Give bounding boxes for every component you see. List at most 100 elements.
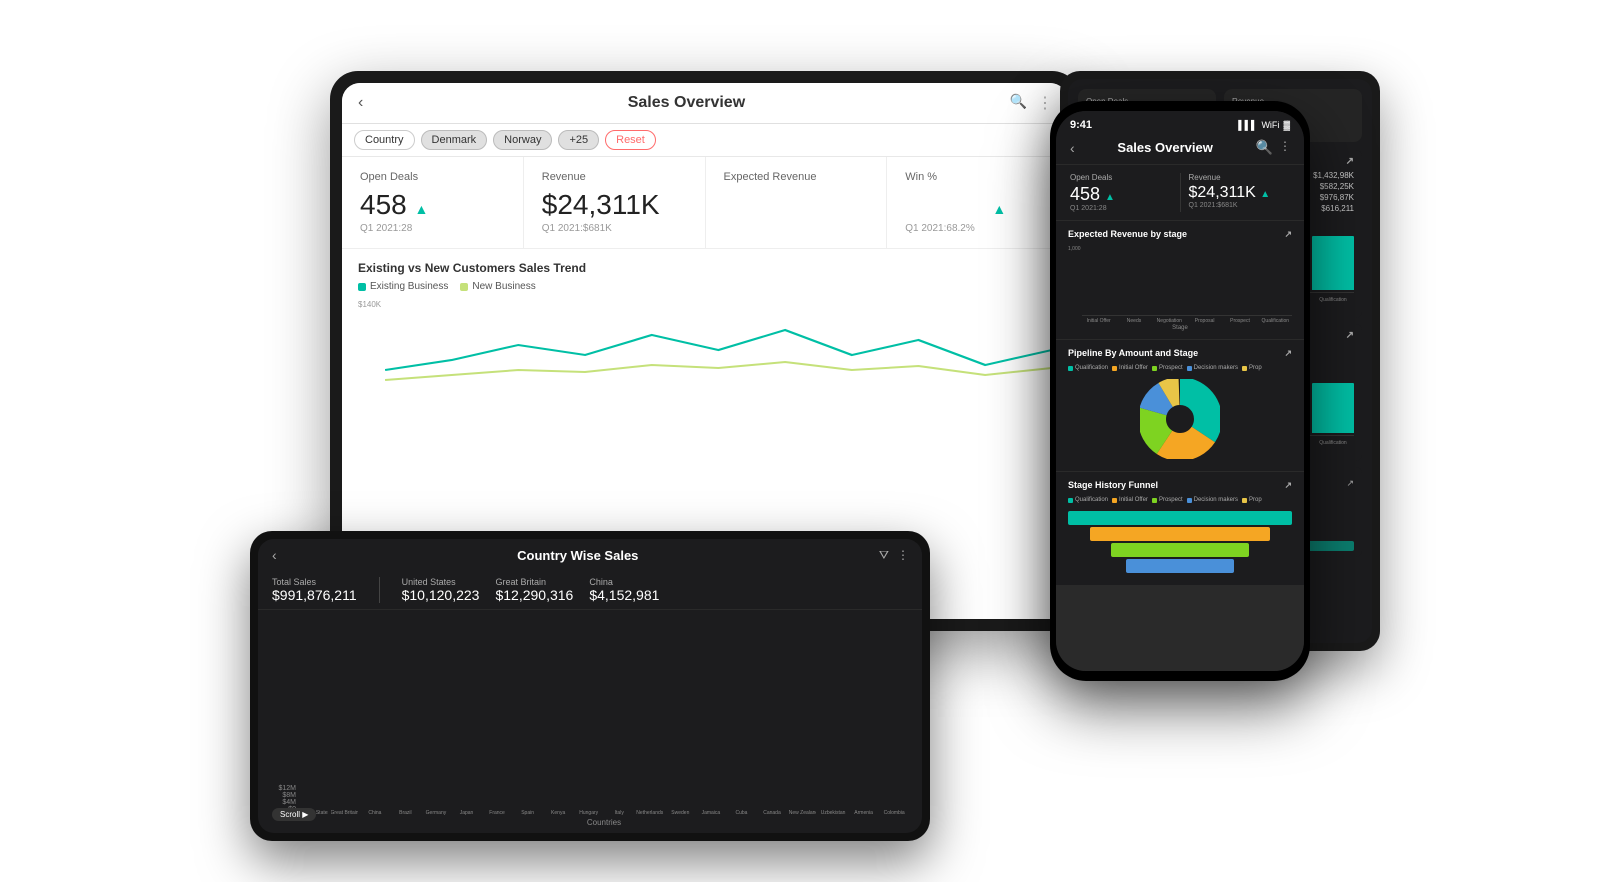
funnel-bar-2 — [1090, 527, 1269, 541]
scroll-button[interactable]: Scroll ▶ — [272, 808, 316, 821]
phone-exp-x-labels: Initial Offer Needs Negotiation Proposal… — [1068, 318, 1292, 324]
phone-exp-rev-title-text: Expected Revenue by stage — [1068, 229, 1187, 240]
filter-more[interactable]: +25 — [558, 130, 599, 150]
phone-land-x-axis-label: Countries — [300, 818, 908, 827]
phone-kpi-row: Open Deals 458 ▲ Q1 2021:28 Revenue $24,… — [1056, 165, 1304, 220]
phone-xl-6: Qualification — [1259, 318, 1292, 324]
phone-pie-container — [1068, 375, 1292, 463]
dp-rev-val-1: $1,432,98K — [1313, 171, 1354, 180]
phone-kpi-od-label: Open Deals — [1070, 173, 1172, 182]
phone-land-more-icon[interactable]: ⋮ — [897, 548, 908, 563]
dp-bar-6 — [1312, 236, 1354, 290]
filter-norway[interactable]: Norway — [493, 130, 552, 150]
phone-scroll-content: Open Deals 458 ▲ Q1 2021:28 Revenue $24,… — [1056, 165, 1304, 671]
kpi-win-pct-sub: Q1 2021:68.2% — [905, 223, 1050, 234]
phone-fleg-label-1: Qualification — [1075, 497, 1108, 503]
phone-leg-dot-5 — [1242, 366, 1247, 371]
phone-exp-rev-title: Expected Revenue by stage ↗ — [1068, 229, 1292, 240]
legend-dot-new — [460, 283, 468, 291]
phone-land-kpi-china-label: China — [589, 577, 659, 587]
phone-funnel-section: Stage History Funnel ↗ Qualification Ini… — [1056, 472, 1304, 585]
kpi-revenue-label: Revenue — [542, 171, 687, 183]
phone-xl-5: Prospect — [1223, 318, 1256, 324]
dp-exp-rev-expand-icon[interactable]: ↗ — [1346, 156, 1354, 167]
phone-land-filter-icon[interactable]: ⛛ — [879, 548, 889, 563]
dp-rev-expand-icon[interactable]: ↗ — [1346, 478, 1354, 488]
phone-exp-bars: 1,000 — [1068, 246, 1292, 316]
bl-hu: Hungary — [575, 810, 603, 816]
phone-leg-label-5: Prop — [1249, 365, 1262, 371]
phone-land-kpi-gb-value: $12,290,316 — [495, 587, 573, 603]
phone-funnel-expand[interactable]: ↗ — [1284, 480, 1292, 491]
bl-se: Sweden — [667, 810, 695, 816]
phone-bar-inner — [1082, 315, 1292, 316]
phone-exp-rev-section: Expected Revenue by stage ↗ 1,000 — [1056, 221, 1304, 339]
phone-fleg-dot-1 — [1068, 498, 1073, 503]
phone-kpi-rev-sub: Q1 2021:$681K — [1189, 202, 1291, 209]
line-chart-svg — [385, 300, 1052, 390]
dp-pipeline-expand-icon[interactable]: ↗ — [1346, 330, 1354, 341]
phone-land-kpi-total-value: $991,876,211 — [272, 587, 357, 603]
bl-nz: New Zealand — [789, 810, 817, 816]
legend-existing: Existing Business — [358, 281, 448, 292]
bl-co: Colombia — [880, 810, 908, 816]
phone-status-bar: 9:41 ▌▌▌ WiFi ▓ — [1056, 111, 1304, 135]
filter-reset[interactable]: Reset — [605, 130, 656, 150]
filter-country[interactable]: Country — [354, 130, 415, 150]
phone-leg-label-1: Qualification — [1075, 365, 1108, 371]
bl-jm: Jamaica — [697, 810, 725, 816]
bl-ke: Kenya — [544, 810, 572, 816]
legend-existing-label: Existing Business — [370, 281, 448, 292]
signal-icon: ▌▌▌ — [1238, 120, 1257, 130]
scene: ‹ Sales Overview 🔍 ⋮ Country Denmark Nor… — [250, 41, 1350, 841]
phone-land-chart: $12M $8M $4M $0 — [258, 610, 922, 833]
phone-fleg-3: Prospect — [1152, 497, 1183, 503]
phone-kpi-revenue: Revenue $24,311K ▲ Q1 2021:$681K — [1189, 173, 1291, 212]
phone-land-header: ‹ Country Wise Sales ⛛ ⋮ — [258, 539, 922, 571]
dp-rev-val-2: $582,25K — [1320, 182, 1354, 191]
phone-leg-1: Qualification — [1068, 365, 1108, 371]
phone-fleg-dot-3 — [1152, 498, 1157, 503]
phone-exp-rev-expand[interactable]: ↗ — [1284, 229, 1292, 240]
phone-fleg-dot-2 — [1112, 498, 1117, 503]
bl-de: Germany — [422, 810, 450, 816]
y-4m: $4M — [282, 799, 296, 806]
phone-land-kpi-china-value: $4,152,981 — [589, 587, 659, 603]
phone-leg-dot-3 — [1152, 366, 1157, 371]
bl-nl: Netherlands — [636, 810, 664, 816]
tablet-title: Sales Overview — [363, 94, 1009, 112]
bl-ca: Canada — [758, 810, 786, 816]
bl-br: Brazil — [392, 810, 420, 816]
phone-search-icon[interactable]: 🔍 — [1256, 139, 1273, 156]
phone-leg-3: Prospect — [1152, 365, 1183, 371]
search-icon[interactable]: 🔍 — [1010, 93, 1027, 113]
y-12m: $12M — [278, 785, 296, 792]
phone-fleg-label-4: Decision makers — [1194, 497, 1238, 503]
phone-leg-5: Prop — [1242, 365, 1262, 371]
funnel-bar-1 — [1068, 511, 1292, 525]
phone-pipeline-expand[interactable]: ↗ — [1284, 348, 1292, 359]
phone-funnel-title-text: Stage History Funnel — [1068, 480, 1158, 491]
funnel-bar-4 — [1126, 559, 1234, 573]
kpi-win-pct: Win % 76.3% ▲ Q1 2021:68.2% — [887, 157, 1068, 248]
funnel-bar-3 — [1111, 543, 1250, 557]
win-arrow-up-icon: ▲ — [992, 201, 1006, 217]
phone-funnel-shape — [1068, 507, 1292, 577]
legend-new: New Business — [460, 281, 535, 292]
phone-xl-3: Negotiation — [1153, 318, 1186, 324]
phone-xl-1: Initial Offer — [1082, 318, 1115, 324]
phone-leg-2: Initial Offer — [1112, 365, 1148, 371]
phone-more-icon[interactable]: ⋮ — [1279, 139, 1290, 156]
legend-dot-existing — [358, 283, 366, 291]
bl-it: Italy — [605, 810, 633, 816]
phone-kpi-od-value: 458 ▲ — [1070, 184, 1172, 205]
phone-fleg-2: Initial Offer — [1112, 497, 1148, 503]
kpi-expected-rev: Expected Revenue — [706, 157, 888, 248]
kpi-revenue-sub: Q1 2021:$681K — [542, 223, 687, 234]
dp-rev-val-4: $616,211 — [1321, 204, 1354, 213]
filter-denmark[interactable]: Denmark — [421, 130, 488, 150]
chart-title: Existing vs New Customers Sales Trend — [358, 261, 1052, 275]
phone-xl-2: Needs — [1117, 318, 1150, 324]
kpi-open-deals: Open Deals 458 ▲ Q1 2021:28 — [342, 157, 524, 248]
more-icon[interactable]: ⋮ — [1037, 93, 1052, 113]
